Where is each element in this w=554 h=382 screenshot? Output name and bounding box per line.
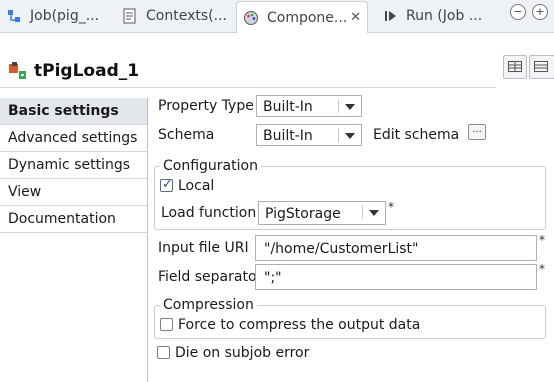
settings-sidebar: Basic settings Advanced settings Dynamic… (0, 98, 148, 382)
edit-schema-label: Edit schema (373, 127, 460, 143)
component-palette-icon (243, 10, 259, 26)
field-separator-value: ";" (264, 270, 282, 286)
tab-component-label: Compone... (267, 9, 348, 26)
field-separator-field[interactable]: ";" (255, 264, 537, 290)
tab-contexts-label: Contexts(... (146, 8, 227, 24)
job-icon (6, 8, 22, 24)
property-type-label: Property Type (158, 98, 254, 114)
load-function-value: PigStorage (265, 206, 341, 222)
configuration-title: Configuration (160, 158, 261, 174)
load-function-select[interactable]: PigStorage (258, 201, 386, 225)
edit-schema-button[interactable]: ... (468, 124, 486, 140)
combo-separator (338, 128, 339, 142)
tab-job[interactable]: Job(pig_... (6, 0, 99, 32)
sidebar-item-advanced-settings[interactable]: Advanced settings (0, 125, 147, 152)
header-divider (0, 87, 496, 88)
tab-component[interactable]: Compone... ✕ (236, 1, 368, 33)
schema-label: Schema (158, 127, 215, 143)
run-icon (382, 8, 398, 24)
schema-select[interactable]: Built-In (256, 124, 362, 146)
required-marker: * (388, 200, 394, 214)
pig-component-icon (8, 61, 28, 81)
view-tab-bar: Job(pig_... Contexts(... Compone... ✕ Ru… (0, 0, 554, 33)
tab-contexts[interactable]: Contexts(... (122, 0, 227, 32)
contexts-icon (122, 8, 138, 24)
input-file-uri-field[interactable]: "/home/CustomerList" (255, 235, 537, 261)
minimize-icon[interactable]: − (510, 4, 526, 20)
chevron-down-icon (345, 104, 355, 110)
force-compress-label: Force to compress the output data (178, 317, 421, 333)
schema-value: Built-In (263, 128, 313, 144)
local-label: Local (178, 178, 215, 194)
sidebar-item-basic-settings[interactable]: Basic settings (0, 98, 147, 125)
component-title-area: tPigLoad_1 (8, 61, 139, 81)
die-on-error-label: Die on subjob error (175, 345, 310, 361)
combo-separator (338, 99, 339, 113)
input-file-uri-value: "/home/CustomerList" (264, 241, 419, 257)
table-view-button[interactable] (503, 55, 527, 79)
load-function-label: Load function (161, 205, 257, 221)
force-compress-checkbox[interactable] (160, 318, 173, 331)
basic-settings-panel: Property Type Built-In Schema Built-In E… (148, 92, 554, 382)
chevron-down-icon (369, 210, 379, 216)
maximize-icon[interactable]: + (532, 4, 548, 20)
page-title: tPigLoad_1 (34, 61, 140, 81)
sidebar-item-documentation[interactable]: Documentation (0, 206, 147, 233)
tab-job-label: Job(pig_... (30, 8, 100, 24)
field-separator-label: Field separator (158, 269, 263, 285)
local-checkbox[interactable]: ✓ (160, 177, 173, 192)
sidebar-item-view[interactable]: View (0, 179, 147, 206)
required-marker: * (539, 262, 545, 276)
chevron-down-icon (345, 133, 355, 139)
list-view-button[interactable] (529, 55, 554, 79)
die-on-error-checkbox[interactable] (157, 346, 170, 359)
required-marker: * (539, 233, 545, 247)
property-type-value: Built-In (263, 99, 313, 115)
checkmark-icon: ✓ (162, 177, 173, 192)
component-header: tPigLoad_1 (0, 33, 554, 89)
list-icon (534, 61, 548, 72)
close-icon[interactable]: ✕ (350, 10, 361, 25)
grid-icon (508, 61, 522, 72)
sidebar-item-dynamic-settings[interactable]: Dynamic settings (0, 152, 147, 179)
compression-title: Compression (160, 297, 257, 313)
tab-run[interactable]: Run (Job ... (382, 0, 482, 32)
input-file-uri-label: Input file URI (158, 240, 249, 256)
tab-run-label: Run (Job ... (406, 8, 483, 24)
property-type-select[interactable]: Built-In (256, 95, 362, 117)
combo-separator (362, 205, 363, 219)
